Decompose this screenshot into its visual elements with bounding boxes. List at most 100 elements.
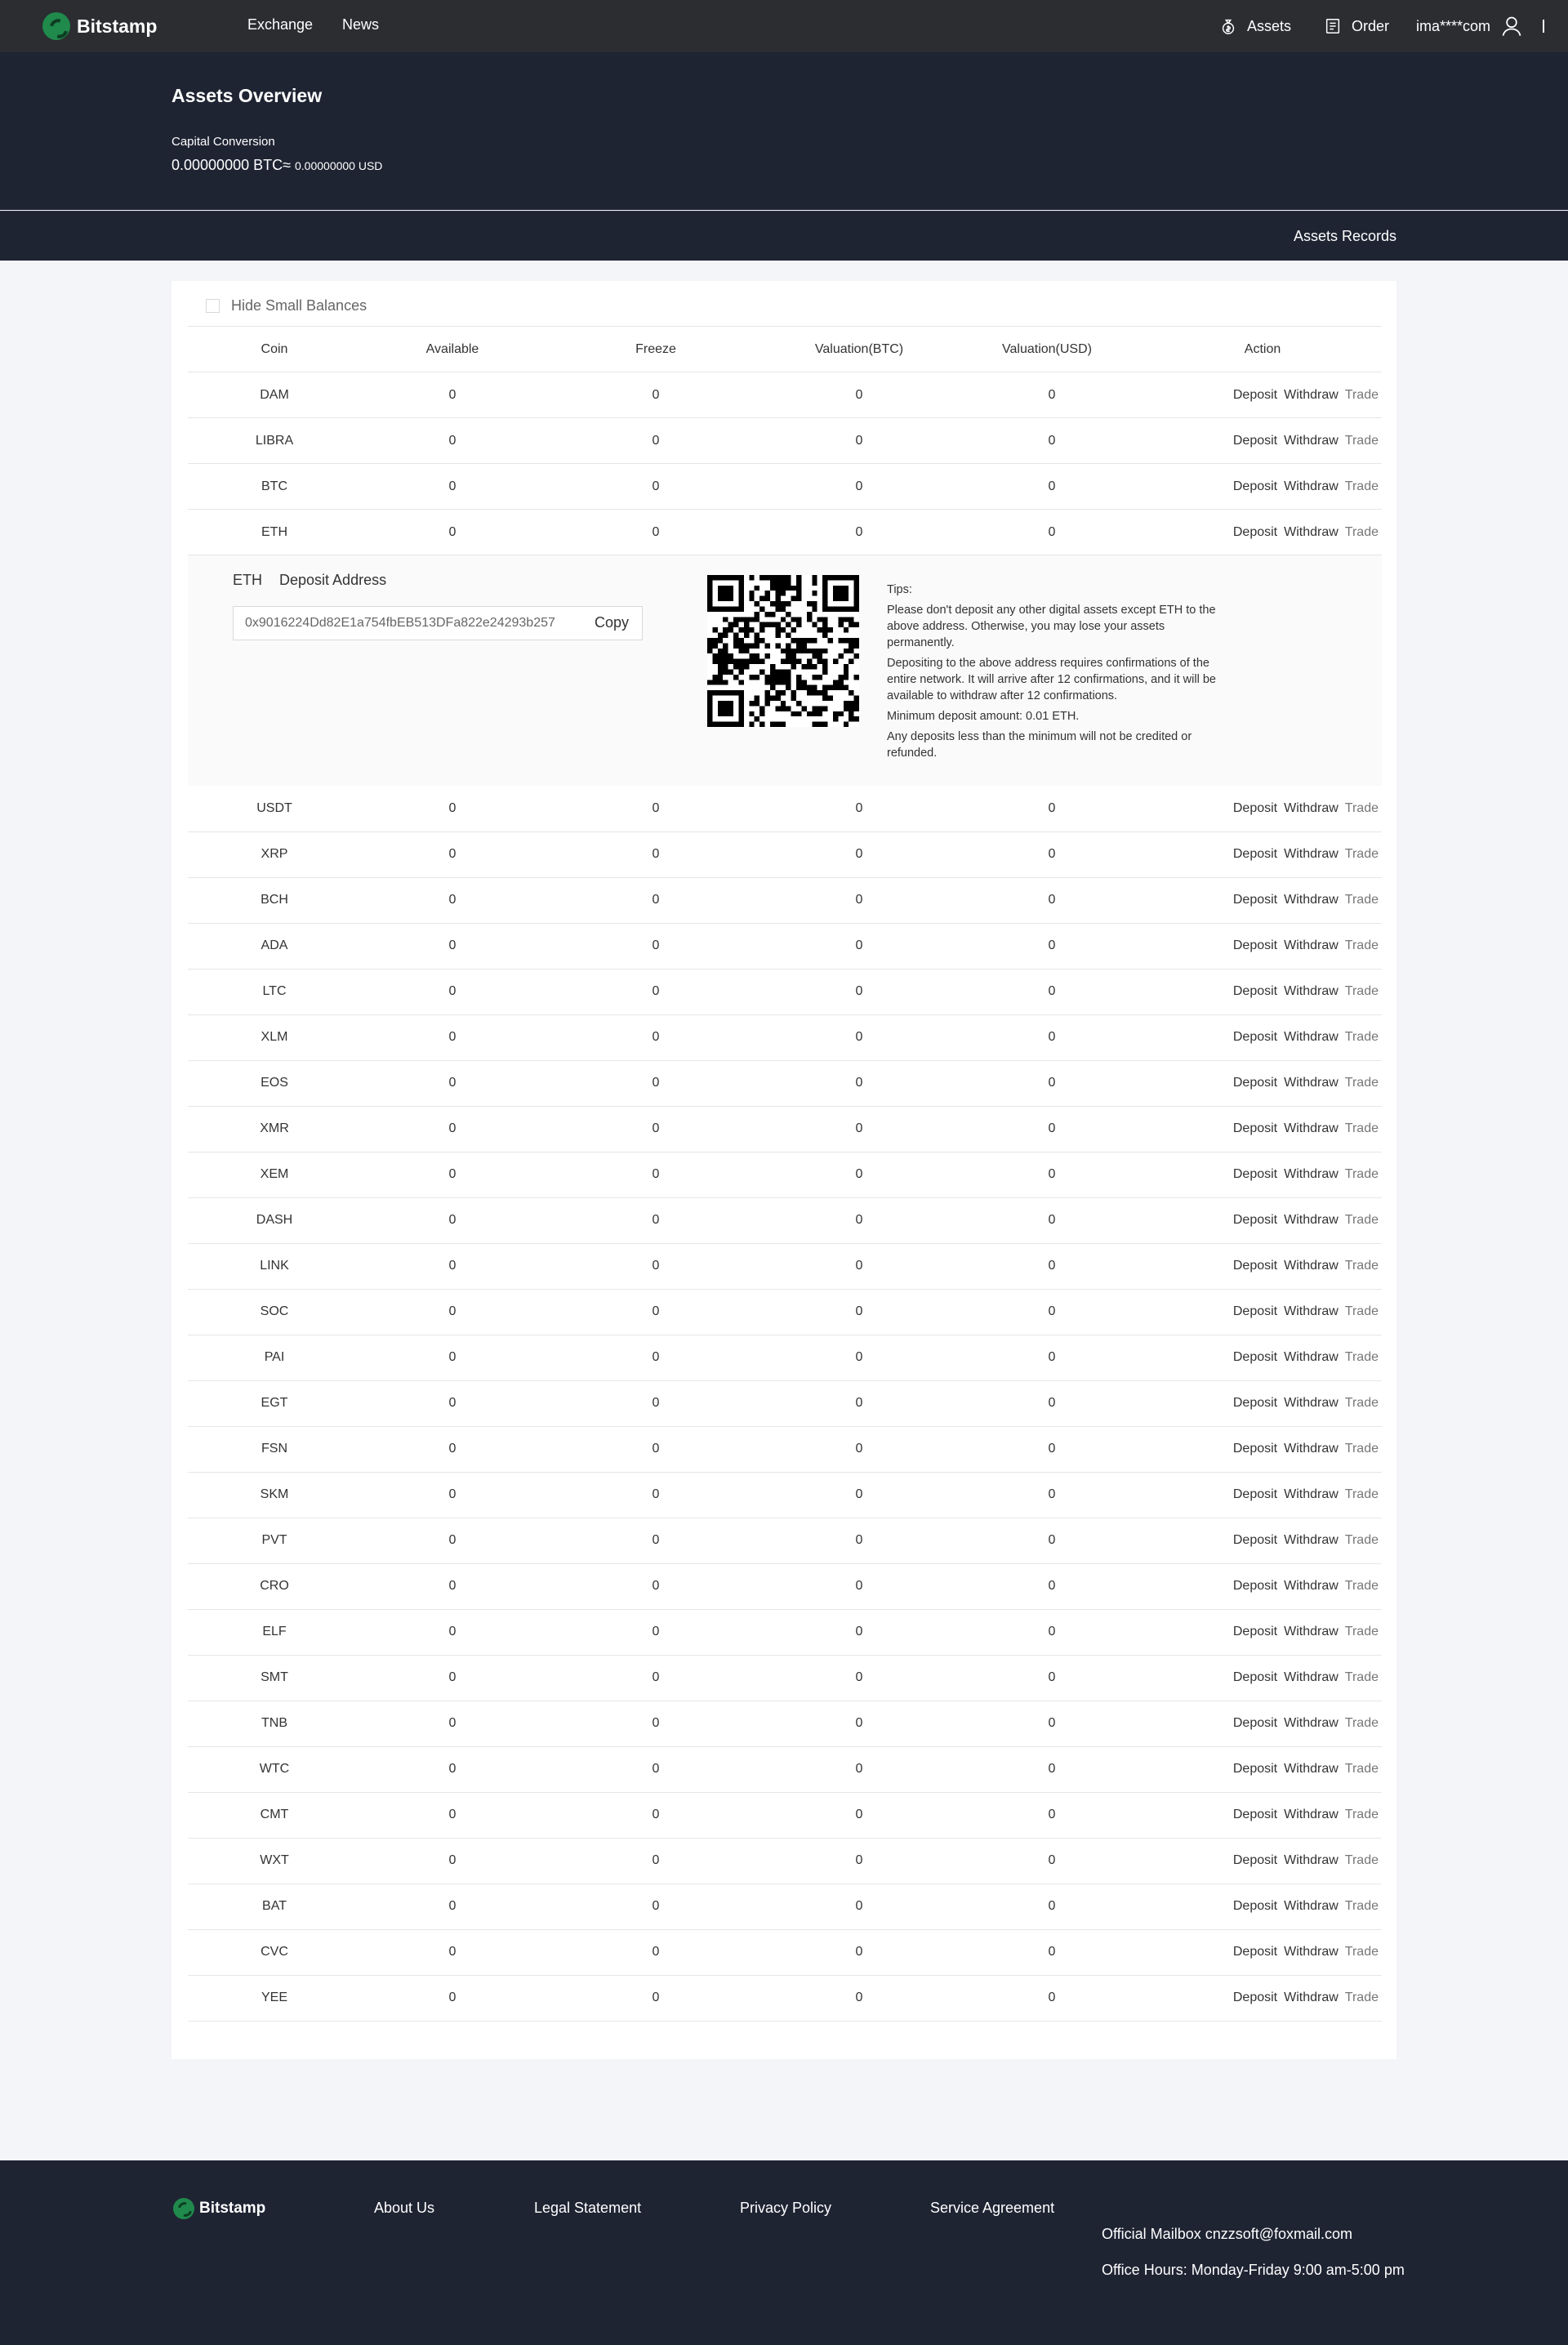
deposit-button[interactable]: Deposit [1233,1121,1277,1136]
withdraw-button[interactable]: Withdraw [1284,1350,1339,1365]
deposit-button[interactable]: Deposit [1233,1670,1277,1685]
deposit-button[interactable]: Deposit [1233,1304,1277,1319]
deposit-button[interactable]: Deposit [1233,984,1277,999]
deposit-button[interactable]: Deposit [1233,1076,1277,1090]
withdraw-button[interactable]: Withdraw [1284,1487,1339,1502]
withdraw-button[interactable]: Withdraw [1284,388,1339,403]
deposit-button[interactable]: Deposit [1233,1853,1277,1868]
deposit-button[interactable]: Deposit [1233,1259,1277,1273]
withdraw-button[interactable]: Withdraw [1284,984,1339,999]
deposit-button[interactable]: Deposit [1233,1762,1277,1777]
nav-order[interactable]: Order [1324,0,1389,52]
withdraw-button[interactable]: Withdraw [1284,801,1339,816]
deposit-button[interactable]: Deposit [1233,1991,1277,2005]
withdraw-button[interactable]: Withdraw [1284,1991,1339,2005]
trade-button[interactable]: Trade [1345,1396,1379,1411]
withdraw-button[interactable]: Withdraw [1284,1945,1339,1959]
deposit-button[interactable]: Deposit [1233,1899,1277,1914]
withdraw-button[interactable]: Withdraw [1284,1442,1339,1456]
deposit-button[interactable]: Deposit [1233,1350,1277,1365]
trade-button[interactable]: Trade [1345,525,1379,540]
deposit-address[interactable]: 0x9016224Dd82E1a754fbEB513DFa822e24293b2… [245,616,555,631]
withdraw-button[interactable]: Withdraw [1284,434,1339,448]
nav-exchange[interactable]: Exchange [247,0,313,52]
deposit-button[interactable]: Deposit [1233,1716,1277,1731]
deposit-button[interactable]: Deposit [1233,388,1277,403]
trade-button[interactable]: Trade [1345,801,1379,816]
deposit-button[interactable]: Deposit [1233,938,1277,953]
trade-button[interactable]: Trade [1345,938,1379,953]
footer-about-link[interactable]: About Us [374,2200,434,2217]
withdraw-button[interactable]: Withdraw [1284,1076,1339,1090]
trade-button[interactable]: Trade [1345,1304,1379,1319]
withdraw-button[interactable]: Withdraw [1284,1625,1339,1639]
deposit-button[interactable]: Deposit [1233,1487,1277,1502]
footer-legal-link[interactable]: Legal Statement [534,2200,641,2217]
trade-button[interactable]: Trade [1345,1991,1379,2005]
footer-privacy-link[interactable]: Privacy Policy [740,2200,831,2217]
deposit-button[interactable]: Deposit [1233,1533,1277,1548]
trade-button[interactable]: Trade [1345,1625,1379,1639]
user-menu[interactable]: ima****com [1416,0,1533,52]
trade-button[interactable]: Trade [1345,1259,1379,1273]
withdraw-button[interactable]: Withdraw [1284,1899,1339,1914]
trade-button[interactable]: Trade [1345,1442,1379,1456]
deposit-button[interactable]: Deposit [1233,1442,1277,1456]
trade-button[interactable]: Trade [1345,1533,1379,1548]
withdraw-button[interactable]: Withdraw [1284,1853,1339,1868]
deposit-button[interactable]: Deposit [1233,801,1277,816]
hide-small-checkbox[interactable] [206,298,220,313]
trade-button[interactable]: Trade [1345,1670,1379,1685]
withdraw-button[interactable]: Withdraw [1284,1213,1339,1228]
deposit-button[interactable]: Deposit [1233,479,1277,494]
withdraw-button[interactable]: Withdraw [1284,1030,1339,1045]
withdraw-button[interactable]: Withdraw [1284,1579,1339,1594]
deposit-button[interactable]: Deposit [1233,525,1277,540]
withdraw-button[interactable]: Withdraw [1284,1762,1339,1777]
deposit-button[interactable]: Deposit [1233,1625,1277,1639]
withdraw-button[interactable]: Withdraw [1284,847,1339,862]
withdraw-button[interactable]: Withdraw [1284,1716,1339,1731]
deposit-button[interactable]: Deposit [1233,847,1277,862]
copy-button[interactable]: Copy [595,614,629,631]
trade-button[interactable]: Trade [1345,1945,1379,1959]
trade-button[interactable]: Trade [1345,434,1379,448]
trade-button[interactable]: Trade [1345,1853,1379,1868]
withdraw-button[interactable]: Withdraw [1284,1533,1339,1548]
trade-button[interactable]: Trade [1345,1030,1379,1045]
withdraw-button[interactable]: Withdraw [1284,893,1339,907]
nav-assets[interactable]: Assets [1219,0,1291,52]
trade-button[interactable]: Trade [1345,893,1379,907]
trade-button[interactable]: Trade [1345,984,1379,999]
trade-button[interactable]: Trade [1345,1899,1379,1914]
deposit-button[interactable]: Deposit [1233,1579,1277,1594]
trade-button[interactable]: Trade [1345,1076,1379,1090]
withdraw-button[interactable]: Withdraw [1284,1167,1339,1182]
footer-service-link[interactable]: Service Agreement [930,2200,1054,2217]
nav-news[interactable]: News [342,0,379,52]
trade-button[interactable]: Trade [1345,1808,1379,1822]
deposit-button[interactable]: Deposit [1233,434,1277,448]
deposit-button[interactable]: Deposit [1233,1167,1277,1182]
deposit-button[interactable]: Deposit [1233,1213,1277,1228]
footer-logo[interactable]: Bitstamp [173,2198,265,2219]
withdraw-button[interactable]: Withdraw [1284,1808,1339,1822]
deposit-button[interactable]: Deposit [1233,1808,1277,1822]
deposit-button[interactable]: Deposit [1233,893,1277,907]
withdraw-button[interactable]: Withdraw [1284,525,1339,540]
assets-records-link[interactable]: Assets Records [1294,228,1396,245]
withdraw-button[interactable]: Withdraw [1284,938,1339,953]
brand-logo[interactable]: Bitstamp [42,11,157,41]
withdraw-button[interactable]: Withdraw [1284,1259,1339,1273]
trade-button[interactable]: Trade [1345,1213,1379,1228]
hide-small-balances[interactable]: Hide Small Balances [206,296,367,315]
trade-button[interactable]: Trade [1345,479,1379,494]
trade-button[interactable]: Trade [1345,1579,1379,1594]
withdraw-button[interactable]: Withdraw [1284,1121,1339,1136]
trade-button[interactable]: Trade [1345,1487,1379,1502]
withdraw-button[interactable]: Withdraw [1284,1304,1339,1319]
deposit-button[interactable]: Deposit [1233,1396,1277,1411]
deposit-button[interactable]: Deposit [1233,1945,1277,1959]
withdraw-button[interactable]: Withdraw [1284,1670,1339,1685]
trade-button[interactable]: Trade [1345,1762,1379,1777]
